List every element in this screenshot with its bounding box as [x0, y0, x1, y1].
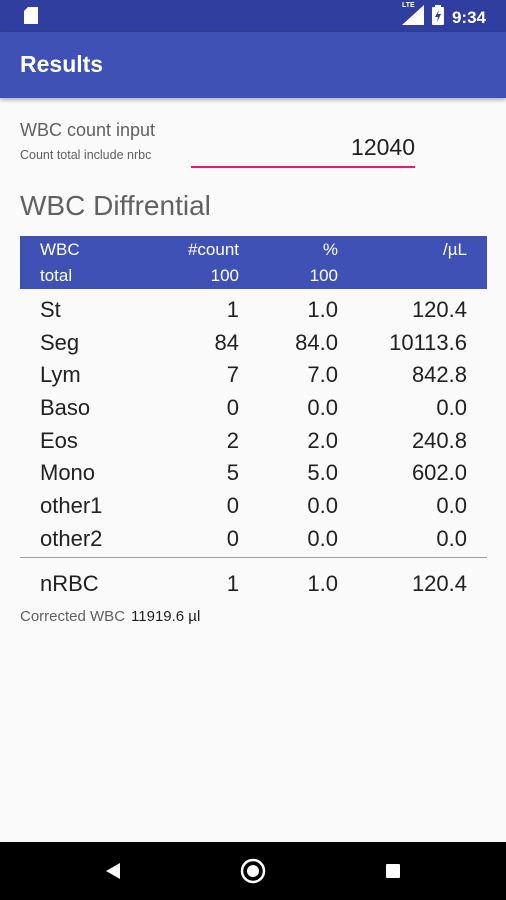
wbc-input-label: WBC count input [20, 120, 156, 140]
nrbc-row: nRBC 1 1.0 120.4 [20, 558, 487, 600]
sd-card-icon [24, 7, 38, 29]
network-type-label: LTE [401, 2, 415, 9]
table-header: WBC #count % /µL total 100 100 [20, 236, 487, 289]
cell-count: 7 [226, 362, 239, 388]
home-icon[interactable] [238, 856, 268, 886]
cell-percent: 0.0 [307, 493, 338, 519]
cell-count: 0 [226, 493, 239, 519]
table-row: Eos 2 2.0 240.8 [20, 424, 487, 457]
signal-icon: LTE [401, 2, 424, 30]
cell-percent: 0.0 [307, 525, 338, 551]
header-wbc: WBC [40, 240, 80, 259]
battery-icon [431, 5, 444, 30]
cell-percent: 1.0 [307, 297, 338, 322]
cell-per-ul: 0.0 [436, 493, 467, 519]
cell-type: nRBC [40, 570, 99, 596]
table-row: other2 0 0.0 0.0 [20, 522, 487, 555]
header-total-percent: 100 [309, 266, 338, 285]
cell-count: 0 [226, 525, 239, 551]
page-title: Results [20, 51, 104, 77]
wbc-input-group: WBC count input Count total include nrbc… [20, 120, 420, 170]
cell-percent: 84.0 [295, 329, 338, 355]
cell-type: Seg [40, 329, 80, 355]
clock: 9:34 [451, 7, 486, 27]
cell-percent: 5.0 [307, 460, 338, 486]
cell-per-ul: 120.4 [411, 297, 467, 322]
cell-per-ul: 0.0 [436, 525, 467, 551]
back-icon[interactable] [98, 856, 128, 886]
table-row: Baso 0 0.0 0.0 [20, 391, 487, 424]
corrected-wbc-label: Corrected WBC [20, 608, 126, 625]
cell-type: Baso [40, 395, 91, 421]
cell-percent: 2.0 [307, 427, 338, 453]
status-bar: LTE 9:34 [0, 0, 506, 32]
cell-count: 0 [226, 395, 239, 421]
header-count: #count [187, 240, 239, 259]
table-row: Lym 7 7.0 842.8 [20, 358, 487, 391]
header-total-label: total [40, 266, 73, 285]
cell-per-ul: 240.8 [411, 427, 467, 453]
table-row: Mono 5 5.0 602.0 [20, 456, 487, 489]
cell-percent: 7.0 [307, 362, 338, 388]
cell-type: Lym [40, 362, 81, 388]
cell-count: 1 [226, 297, 239, 322]
table-row: Seg 84 84.0 10113.6 [20, 326, 487, 359]
table-row: St 1 1.0 120.4 [20, 293, 487, 326]
cell-percent: 1.0 [307, 570, 338, 596]
navigation-bar [0, 842, 506, 900]
cell-per-ul: 0.0 [436, 395, 467, 421]
wbc-count-input[interactable]: 12040 [191, 134, 415, 168]
cell-type: Eos [40, 427, 78, 453]
cell-per-ul: 842.8 [411, 362, 467, 388]
cell-count: 1 [226, 570, 239, 596]
header-per-ul: /µL [443, 240, 467, 259]
table-row: other1 0 0.0 0.0 [20, 489, 487, 522]
cell-type: other2 [40, 525, 103, 551]
cell-per-ul: 10113.6 [389, 329, 467, 355]
recents-icon[interactable] [378, 856, 408, 886]
cell-count: 5 [226, 460, 239, 486]
wbc-input-hint: Count total include nrbc [20, 148, 152, 162]
cell-count: 84 [214, 329, 239, 355]
cell-per-ul: 602.0 [411, 460, 467, 486]
cell-percent: 0.0 [307, 395, 338, 421]
header-total-count: 100 [210, 266, 239, 285]
cell-count: 2 [226, 427, 239, 453]
wbc-differential-table: WBC #count % /µL total 100 100 St 1 1.0 … [20, 236, 487, 600]
section-title: WBC Diffrential [20, 190, 211, 221]
wbc-count-value[interactable]: 12040 [351, 134, 415, 161]
cell-per-ul: 120.4 [411, 570, 467, 596]
cell-type: St [40, 297, 61, 322]
cell-type: other1 [40, 493, 103, 519]
corrected-wbc: Corrected WBC 11919.6 µl [20, 608, 200, 625]
cell-type: Mono [40, 460, 96, 486]
header-percent: % [322, 240, 338, 259]
app-bar: Results [0, 32, 506, 98]
corrected-wbc-value: 11919.6 µl [131, 608, 201, 625]
